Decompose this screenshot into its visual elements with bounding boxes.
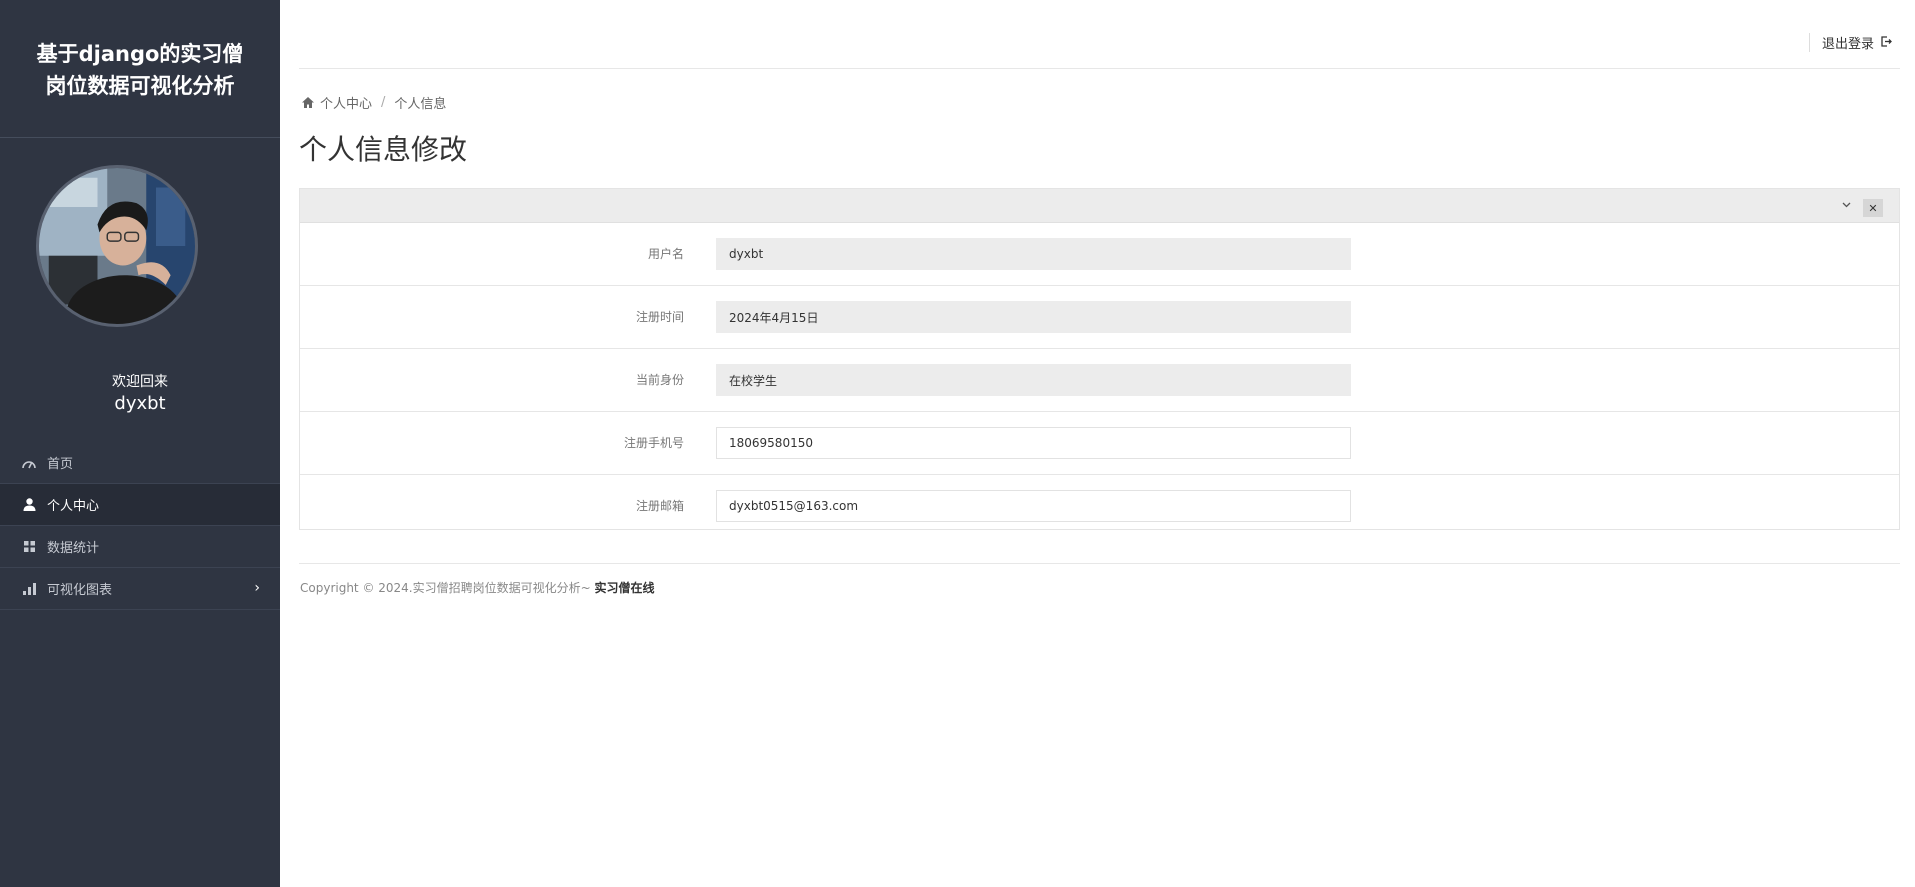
breadcrumb: 个人中心 / 个人信息 — [302, 93, 446, 112]
sidebar-item-personal-center[interactable]: 个人中心 — [0, 484, 280, 526]
sidebar-nav: 首页 个人中心 数据统计 可视化图表 › — [0, 442, 280, 610]
breadcrumb-home[interactable]: 个人中心 — [320, 93, 372, 112]
chevron-right-icon: › — [254, 580, 260, 596]
brand-title: 基于django的实习僧 岗位数据可视化分析 — [0, 0, 280, 138]
register-time-field[interactable] — [716, 301, 1351, 333]
close-icon[interactable]: ✕ — [1863, 199, 1883, 217]
footer-brand-link[interactable]: 实习僧在线 — [595, 581, 655, 595]
breadcrumb-separator: / — [381, 95, 386, 110]
form-row-phone: 注册手机号 — [300, 412, 1899, 475]
sidebar: 基于django的实习僧 岗位数据可视化分析 欢迎回来 dyxbt 首页 个人中… — [0, 0, 280, 887]
sidebar-item-label: 可视化图表 — [47, 583, 113, 598]
sidebar-username: dyxbt — [114, 393, 166, 414]
page-title: 个人信息修改 — [299, 133, 468, 166]
sidebar-item-label: 个人中心 — [47, 499, 100, 514]
form-row-email: 注册邮箱 — [300, 475, 1899, 537]
sidebar-item-home[interactable]: 首页 — [0, 442, 280, 484]
form-row-username: 用户名 — [300, 223, 1899, 286]
sign-out-icon — [1881, 35, 1892, 50]
dashboard-icon — [22, 456, 36, 470]
identity-label: 当前身份 — [635, 373, 684, 387]
brand-title-line1: 基于django的实习僧 — [36, 42, 244, 66]
footer: Copyright © 2024.实习僧招聘岗位数据可视化分析~ 实习僧在线 — [300, 579, 655, 596]
username-field[interactable] — [716, 238, 1351, 270]
chevron-down-icon[interactable] — [1839, 198, 1853, 212]
phone-label: 注册手机号 — [623, 436, 684, 450]
sidebar-item-label: 首页 — [47, 457, 74, 472]
home-icon — [302, 97, 314, 108]
welcome-text: 欢迎回来 — [112, 374, 168, 390]
bar-chart-icon — [22, 582, 36, 596]
identity-field[interactable] — [716, 364, 1351, 396]
avatar-photo — [39, 168, 195, 324]
sidebar-item-charts[interactable]: 可视化图表 › — [0, 568, 280, 610]
breadcrumb-current: 个人信息 — [394, 97, 447, 112]
user-icon — [22, 498, 36, 512]
form-row-register-time: 注册时间 — [300, 286, 1899, 349]
grid-icon — [22, 540, 36, 554]
footer-divider — [299, 563, 1900, 564]
form-row-identity: 当前身份 — [300, 349, 1899, 412]
logout-label: 退出登录 — [1821, 37, 1874, 52]
brand-title-line2: 岗位数据可视化分析 — [45, 74, 235, 98]
register-time-label: 注册时间 — [635, 310, 684, 324]
email-label: 注册邮箱 — [635, 499, 684, 513]
avatar — [36, 165, 198, 327]
logout-button[interactable]: 退出登录 — [1808, 33, 1892, 52]
phone-field[interactable] — [716, 427, 1351, 459]
profile-panel: ✕ 用户名 注册时间 当前身份 注册手机号 注册邮箱 — [299, 188, 1900, 530]
panel-header: ✕ — [300, 189, 1899, 223]
topbar: 退出登录 — [299, 0, 1900, 69]
footer-copyright: Copyright © 2024.实习僧招聘岗位数据可视化分析~ — [300, 581, 595, 595]
sidebar-item-statistics[interactable]: 数据统计 — [0, 526, 280, 568]
email-field[interactable] — [716, 490, 1351, 522]
sidebar-item-label: 数据统计 — [47, 541, 100, 556]
username-label: 用户名 — [647, 247, 684, 261]
